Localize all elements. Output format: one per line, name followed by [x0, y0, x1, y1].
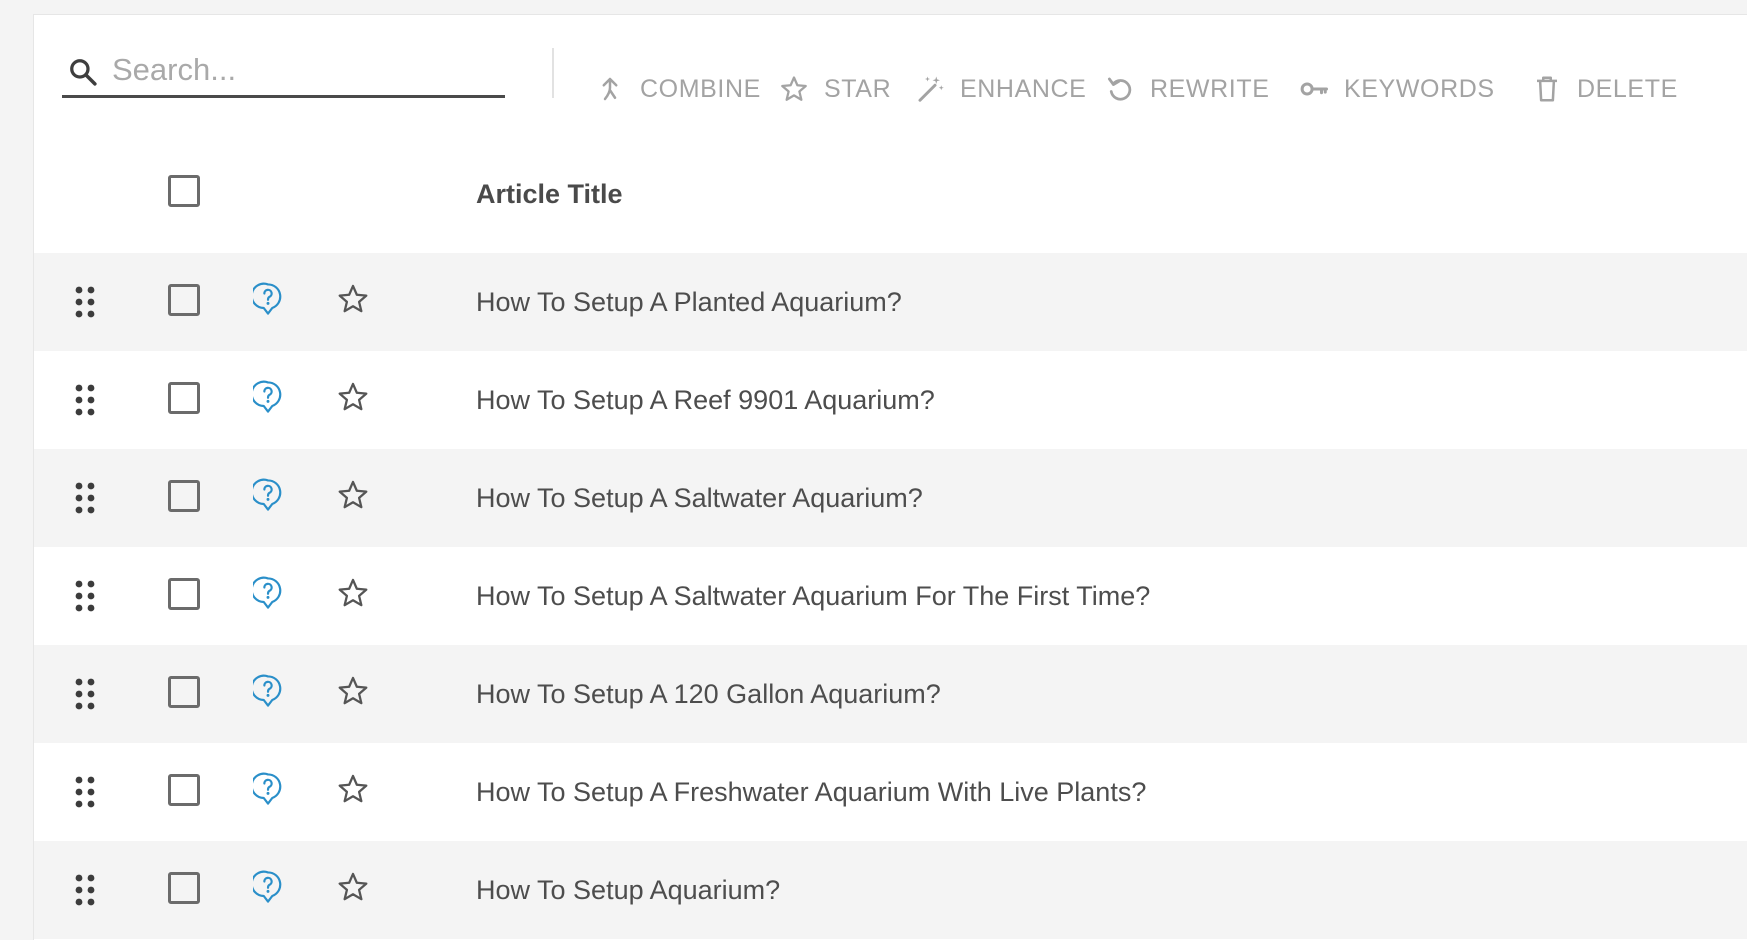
article-title[interactable]: How To Setup A Reef 9901 Aquarium?: [476, 385, 935, 416]
table-row[interactable]: How To Setup A Planted Aquarium?: [34, 253, 1747, 351]
toolbar-divider: [552, 48, 554, 98]
keywords-button[interactable]: KEYWORDS: [1298, 67, 1495, 111]
question-bubble-icon[interactable]: [253, 282, 283, 316]
row-checkbox[interactable]: [168, 480, 200, 512]
key-icon: [1298, 73, 1330, 105]
enhance-button[interactable]: ENHANCE: [914, 67, 1086, 111]
rewrite-button[interactable]: REWRITE: [1104, 67, 1269, 111]
star-label: STAR: [824, 74, 892, 103]
enhance-label: ENHANCE: [960, 74, 1087, 103]
article-title[interactable]: How To Setup A Saltwater Aquarium?: [476, 483, 923, 514]
merge-icon: [594, 73, 626, 105]
star-outline-icon[interactable]: [336, 674, 370, 708]
search-input[interactable]: [110, 49, 494, 91]
row-checkbox[interactable]: [168, 872, 200, 904]
question-bubble-icon[interactable]: [253, 380, 283, 414]
rewrite-label: REWRITE: [1150, 74, 1270, 103]
star-outline-icon[interactable]: [336, 576, 370, 610]
question-bubble-icon[interactable]: [253, 674, 283, 708]
drag-handle-icon[interactable]: [73, 579, 97, 613]
table-row[interactable]: How To Setup A 120 Gallon Aquarium?: [34, 645, 1747, 743]
drag-handle-icon[interactable]: [73, 383, 97, 417]
table-header: Article Title: [34, 125, 1747, 253]
article-title[interactable]: How To Setup A Freshwater Aquarium With …: [476, 777, 1146, 808]
row-checkbox[interactable]: [168, 382, 200, 414]
star-outline-icon: [778, 73, 810, 105]
rotate-left-icon: [1104, 73, 1136, 105]
article-title[interactable]: How To Setup A Planted Aquarium?: [476, 287, 902, 318]
star-outline-icon[interactable]: [336, 772, 370, 806]
row-checkbox[interactable]: [168, 284, 200, 316]
row-checkbox[interactable]: [168, 676, 200, 708]
combine-label: COMBINE: [640, 74, 761, 103]
drag-handle-icon[interactable]: [73, 481, 97, 515]
table-row[interactable]: How To Setup A Saltwater Aquarium For Th…: [34, 547, 1747, 645]
question-bubble-icon[interactable]: [253, 478, 283, 512]
star-button[interactable]: STAR: [778, 67, 891, 111]
question-bubble-icon[interactable]: [253, 772, 283, 806]
toolbar: COMBINE STAR ENHANCE REWRITE KEYWORDS: [34, 15, 1747, 125]
row-checkbox[interactable]: [168, 774, 200, 806]
table-row[interactable]: How To Setup A Saltwater Aquarium?: [34, 449, 1747, 547]
column-header-article-title: Article Title: [476, 179, 623, 209]
drag-handle-icon[interactable]: [73, 677, 97, 711]
drag-handle-icon[interactable]: [73, 775, 97, 809]
star-outline-icon[interactable]: [336, 478, 370, 512]
search-icon: [70, 59, 97, 86]
table-row[interactable]: How To Setup Aquarium?: [34, 841, 1747, 939]
table-body: How To Setup A Planted Aquarium? How To …: [34, 253, 1747, 939]
search-box: [62, 45, 505, 98]
article-title[interactable]: How To Setup A Saltwater Aquarium For Th…: [476, 581, 1150, 612]
table-row[interactable]: How To Setup A Reef 9901 Aquarium?: [34, 351, 1747, 449]
trash-icon: [1531, 73, 1563, 105]
article-title[interactable]: How To Setup A 120 Gallon Aquarium?: [476, 679, 941, 710]
drag-handle-icon[interactable]: [73, 285, 97, 319]
question-bubble-icon[interactable]: [253, 870, 283, 904]
star-outline-icon[interactable]: [336, 380, 370, 414]
star-outline-icon[interactable]: [336, 282, 370, 316]
table-row[interactable]: How To Setup A Freshwater Aquarium With …: [34, 743, 1747, 841]
keywords-label: KEYWORDS: [1344, 74, 1495, 103]
articles-panel: COMBINE STAR ENHANCE REWRITE KEYWORDS: [33, 14, 1747, 940]
combine-button[interactable]: COMBINE: [594, 67, 761, 111]
magic-wand-icon: [914, 73, 946, 105]
article-title[interactable]: How To Setup Aquarium?: [476, 875, 780, 906]
question-bubble-icon[interactable]: [253, 576, 283, 610]
select-all-checkbox[interactable]: [168, 175, 200, 207]
delete-label: DELETE: [1577, 74, 1678, 103]
delete-button[interactable]: DELETE: [1531, 67, 1678, 111]
row-checkbox[interactable]: [168, 578, 200, 610]
star-outline-icon[interactable]: [336, 870, 370, 904]
drag-handle-icon[interactable]: [73, 873, 97, 907]
